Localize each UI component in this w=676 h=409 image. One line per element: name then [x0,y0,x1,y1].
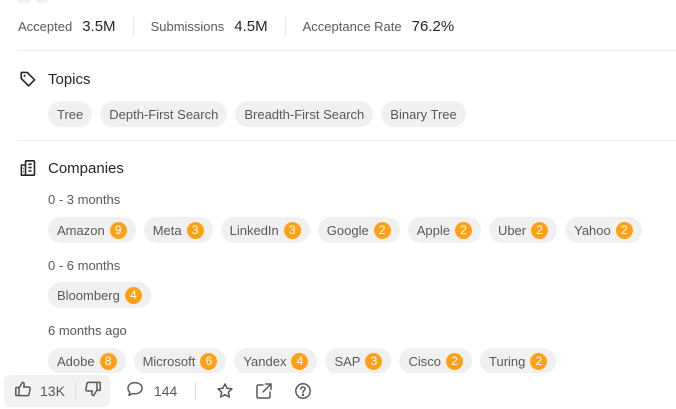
company-name: LinkedIn [229,222,279,238]
company-name: Yandex [243,353,287,369]
company-chip[interactable]: Amazon 9 [48,217,136,243]
company-chip[interactable]: Cisco 2 [399,348,472,374]
thumbs-down-icon [84,380,102,403]
topics-title: Topics [48,70,91,88]
building-icon [18,158,38,178]
company-count-badge: 3 [186,221,204,239]
company-chip[interactable]: Turing 2 [480,348,557,374]
companies-header[interactable]: Companies [18,158,124,178]
comments-button[interactable]: 144 [126,380,177,403]
company-name: Adobe [57,353,95,369]
company-name: Uber [497,222,527,238]
header-edge-mark [36,0,48,3]
bar-divider [195,382,197,400]
stats-row: Accepted 3.5M Submissions 4.5M Acceptanc… [18,16,454,36]
stat-submissions: Submissions 4.5M [151,18,268,35]
company-count-badge: 2 [615,221,633,239]
stat-accepted: Accepted 3.5M [18,18,116,35]
topic-chip[interactable]: Binary Tree [381,101,466,127]
help-icon[interactable] [292,380,314,402]
company-name: Turing [489,353,526,369]
stat-divider [284,17,286,35]
company-chip-list: Amazon 9 Meta 3 LinkedIn 3 Google 2 Apple 2 U… [48,217,642,243]
company-name: Google [326,222,369,238]
company-chip[interactable]: Yandex 4 [234,348,318,374]
company-name: SAP [334,353,361,369]
company-period-label: 0 - 3 months [48,192,121,207]
topic-chip[interactable]: Breadth-First Search [235,101,374,127]
company-name: Bloomberg [57,287,120,303]
company-count-badge: 2 [530,352,548,370]
company-chip[interactable]: Apple 2 [407,217,481,243]
company-count-badge: 2 [373,221,391,239]
stat-acceptance-value: 76.2% [411,17,455,35]
company-period-label: 6 months ago [48,323,127,338]
company-chip[interactable]: Yahoo 2 [565,217,642,243]
company-chip-list: Bloomberg 4 [48,282,151,308]
stat-submissions-label: Submissions [150,18,225,34]
company-count-badge: 4 [291,352,309,370]
collapsed-header-edge [18,0,48,3]
vote-group: 13K [4,375,110,407]
dislike-button[interactable] [76,375,110,407]
topic-chip[interactable]: Tree [48,101,93,127]
company-name: Cisco [408,353,441,369]
tag-icon [18,69,38,89]
comment-count: 144 [153,383,178,399]
company-count-badge: 2 [446,352,463,370]
topic-chip[interactable]: Depth-First Search [100,101,228,127]
share-icon[interactable] [253,380,275,402]
company-chip[interactable]: Bloomberg 4 [48,282,151,308]
company-chip[interactable]: Google 2 [317,217,400,243]
thumbs-up-icon [14,380,32,403]
company-chip[interactable]: Uber 2 [488,217,558,243]
stat-accepted-label: Accepted [18,18,73,34]
company-count-badge: 2 [454,221,472,239]
company-name: Yahoo [574,222,611,238]
company-count-badge: 4 [124,286,142,304]
companies-title: Companies [48,159,124,177]
company-chip-list: Adobe 8 Microsoft 6 Yandex 4 SAP 3 Cisco 2 Tu… [48,348,557,374]
stat-accepted-value: 3.5M [82,17,116,35]
like-count: 13K [40,383,65,399]
company-count-badge: 9 [109,221,127,239]
company-count-badge: 3 [283,221,301,239]
company-chip[interactable]: Adobe 8 [48,348,126,374]
stat-submissions-value: 4.5M [234,17,268,35]
company-name: Apple [416,222,450,238]
stat-acceptance-rate: Acceptance Rate 76.2% [303,18,455,35]
topic-chip-list: Tree Depth-First Search Breadth-First Se… [48,101,466,127]
stat-divider [132,17,134,35]
section-divider [18,140,676,141]
like-button[interactable]: 13K [4,375,75,407]
section-divider [18,50,676,51]
company-period-label: 0 - 6 months [48,258,121,273]
company-count-badge: 3 [365,352,383,370]
topics-header[interactable]: Topics [18,69,91,89]
company-count-badge: 2 [531,221,549,239]
header-edge-mark [18,0,30,3]
company-count-badge: 8 [99,352,117,370]
comment-icon [126,380,144,403]
bottom-action-bar: 13K 144 [0,373,676,409]
star-icon[interactable] [214,380,236,402]
company-name: Meta [152,222,182,238]
company-chip[interactable]: SAP 3 [325,348,392,374]
company-count-badge: 6 [200,352,218,370]
company-chip[interactable]: Microsoft 6 [133,348,227,374]
company-chip[interactable]: Meta 3 [143,217,213,243]
stat-acceptance-label: Acceptance Rate [302,18,402,34]
company-chip[interactable]: LinkedIn 3 [220,217,310,243]
company-name: Amazon [57,222,105,238]
company-name: Microsoft [142,353,196,369]
